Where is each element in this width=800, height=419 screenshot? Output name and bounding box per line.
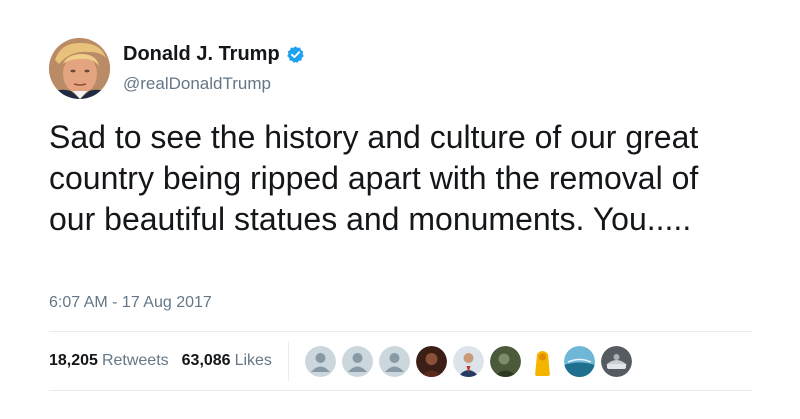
author-avatar[interactable]	[49, 38, 110, 99]
author-avatar-image	[49, 38, 110, 99]
verified-badge-icon	[286, 45, 305, 64]
liker-avatar-8[interactable]	[563, 345, 595, 377]
tweet-timestamp[interactable]: 6:07 AM - 17 Aug 2017	[49, 293, 212, 313]
tweet-card: Donald J. Trump @realDonaldTrump Sad to …	[0, 0, 800, 419]
liker-avatar-6[interactable]	[489, 345, 521, 377]
display-name-row: Donald J. Trump	[123, 41, 305, 67]
tweet-stats: 18,205 Retweets 63,086 Likes	[49, 341, 638, 381]
retweets-stat[interactable]: 18,205 Retweets	[49, 350, 169, 372]
tweet-text: Sad to see the history and culture of ou…	[49, 119, 699, 237]
author-handle[interactable]: @realDonaldTrump	[123, 73, 271, 95]
liker-avatar-5[interactable]	[452, 345, 484, 377]
liker-avatar-7[interactable]	[526, 345, 558, 377]
divider-bottom	[49, 390, 752, 391]
display-name[interactable]: Donald J. Trump	[123, 41, 280, 67]
likes-count: 63,086	[181, 352, 231, 369]
divider-top	[49, 331, 752, 332]
liker-avatar-2[interactable]	[341, 345, 373, 377]
retweets-label: Retweets	[101, 352, 169, 369]
likes-stat[interactable]: 63,086 Likes	[182, 350, 272, 372]
liker-avatar-1[interactable]	[304, 345, 336, 377]
likers-avatars	[304, 345, 638, 377]
stats-separator	[287, 341, 289, 381]
retweets-count: 18,205	[49, 352, 98, 369]
liker-avatar-9[interactable]	[600, 345, 632, 377]
likes-label: Likes	[234, 352, 272, 369]
liker-avatar-3[interactable]	[378, 345, 410, 377]
liker-avatar-4[interactable]	[415, 345, 447, 377]
